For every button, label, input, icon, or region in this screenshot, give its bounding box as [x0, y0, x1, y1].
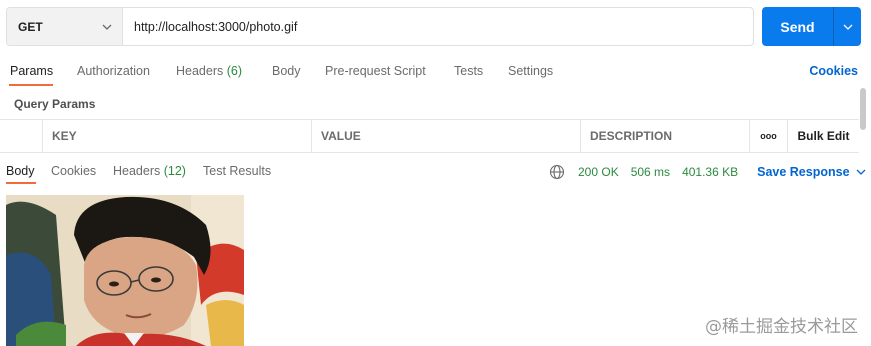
tab-authorization[interactable]: Authorization [77, 64, 150, 78]
response-tab-headers[interactable]: Headers (12) [113, 164, 186, 178]
photo-image [6, 195, 244, 346]
cookies-link[interactable]: Cookies [809, 64, 858, 78]
chevron-down-icon [856, 169, 866, 175]
save-response-button[interactable]: Save Response [757, 165, 865, 179]
select-column [0, 120, 43, 152]
response-headers-count: (12) [163, 164, 186, 178]
scrollbar[interactable] [860, 88, 866, 130]
tab-headers[interactable]: Headers (6) [176, 64, 242, 78]
tab-settings[interactable]: Settings [508, 64, 553, 78]
status-code[interactable]: 200 OK [578, 165, 619, 179]
column-description: DESCRIPTION [581, 120, 750, 152]
response-tab-cookies[interactable]: Cookies [51, 164, 96, 178]
response-time[interactable]: 506 ms [631, 165, 670, 179]
url-text: http://localhost:3000/photo.gif [134, 19, 298, 34]
tab-tests[interactable]: Tests [454, 64, 483, 78]
headers-count: (6) [226, 64, 243, 78]
query-params-title: Query Params [14, 97, 96, 111]
method-select[interactable]: GET [7, 8, 123, 45]
tab-params[interactable]: Params [10, 64, 53, 78]
chevron-down-icon [843, 24, 853, 30]
save-response-label: Save Response [757, 165, 850, 179]
active-tab-indicator [9, 84, 53, 86]
column-value: VALUE [312, 120, 581, 152]
response-image-preview [6, 195, 244, 346]
active-response-tab-indicator [6, 182, 36, 184]
watermark-text: @稀土掘金技术社区 [705, 317, 858, 337]
send-dropdown-button[interactable] [834, 7, 861, 46]
chevron-down-icon [102, 24, 112, 30]
response-tab-test-results[interactable]: Test Results [203, 164, 271, 178]
response-size[interactable]: 401.36 KB [682, 165, 738, 179]
column-key: KEY [43, 120, 312, 152]
response-tab-headers-label: Headers [113, 164, 161, 178]
globe-icon[interactable] [549, 164, 565, 180]
response-tab-body[interactable]: Body [6, 164, 35, 178]
bulk-edit-button[interactable]: Bulk Edit [788, 120, 859, 152]
url-input[interactable]: http://localhost:3000/photo.gif [123, 8, 753, 45]
send-button-group: Send [762, 7, 861, 46]
tab-headers-label: Headers [176, 64, 224, 78]
more-icon: ooo [760, 131, 777, 141]
params-table-header: KEY VALUE DESCRIPTION ooo Bulk Edit [0, 119, 859, 153]
request-tabs: Params Authorization Headers (6) Body Pr… [0, 60, 871, 88]
response-status: 200 OK 506 ms 401.36 KB Save Response [549, 164, 866, 180]
method-label: GET [18, 19, 43, 34]
send-button[interactable]: Send [762, 7, 834, 46]
more-options-button[interactable]: ooo [750, 120, 788, 152]
tab-pre-request-script[interactable]: Pre-request Script [325, 64, 426, 78]
request-bar: GET http://localhost:3000/photo.gif [6, 7, 754, 46]
tab-body[interactable]: Body [272, 64, 301, 78]
